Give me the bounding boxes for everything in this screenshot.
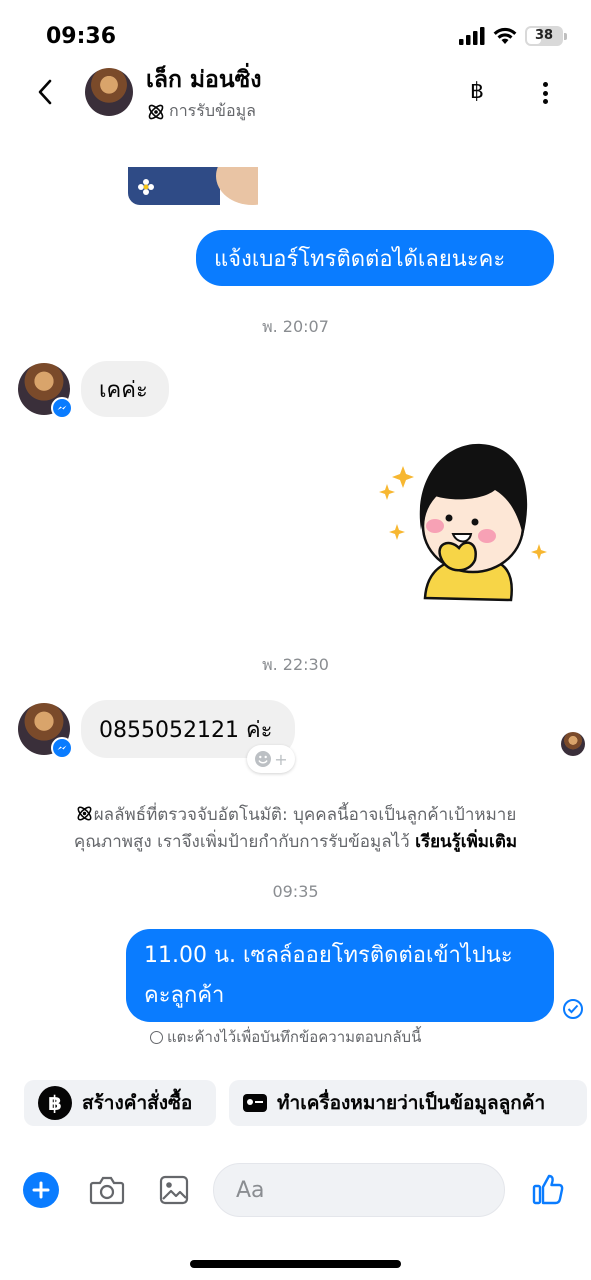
plus-icon	[32, 1181, 50, 1199]
reply-hint-icon	[150, 1030, 163, 1044]
message-bubble-received[interactable]: เคค่ะ	[81, 361, 169, 417]
home-indicator	[190, 1260, 401, 1268]
message-composer[interactable]	[213, 1163, 510, 1217]
notice-line1: ผลลัพธ์ที่ตรวจจับอัตโนมัติ: บุคคลนี้อาจเ…	[93, 805, 517, 825]
messenger-icon	[57, 745, 67, 750]
plus-glyph: +	[274, 749, 288, 769]
lead-icon	[148, 104, 164, 119]
hint-text: แตะค้างไว้เพื่อบันทึกข้อความตอบกลับนี้	[167, 1028, 422, 1046]
messenger-icon	[57, 405, 67, 410]
payment-button[interactable]: ฿	[470, 79, 484, 104]
messenger-badge	[51, 737, 73, 759]
message-bubble-sent[interactable]: แจ้งเบอร์โทรติดต่อได้เลยนะคะ	[196, 230, 554, 286]
timestamp: 09:35	[272, 882, 319, 901]
mark-as-lead-button[interactable]: ทำเครื่องหมายว่าเป็นข้อมูลลูกค้า	[229, 1080, 587, 1126]
message-input[interactable]	[236, 1177, 510, 1203]
learn-more-link[interactable]: เรียนรู้เพิ่มเติม	[415, 832, 517, 852]
contact-name[interactable]: เล็ก ม่อนซิ่ง	[146, 62, 261, 98]
message-text: แจ้งเบอร์โทรติดต่อได้เลยนะคะ	[214, 246, 506, 272]
message-text-line1: 11.00 น. เซลล์ออยโทรติดต่อเข้าไปนะ	[144, 943, 513, 968]
battery-indicator: 38	[525, 26, 567, 46]
battery-level: 38	[534, 28, 554, 43]
message-bubble-sent[interactable]: 11.00 น. เซลล์ออยโทรติดต่อเข้าไปนะ คะลูก…	[126, 929, 554, 1022]
status-time: 09:36	[46, 24, 117, 49]
lead-icon	[77, 806, 92, 821]
emoji-add-icon	[255, 751, 272, 767]
more-options-button[interactable]	[532, 80, 558, 106]
lead-label-text: การรับข้อมูล	[169, 101, 256, 120]
sent-check-icon	[563, 999, 583, 1019]
save-reply-hint: แตะค้างไว้เพื่อบันทึกข้อความตอบกลับนี้	[150, 1025, 421, 1049]
seen-avatar	[561, 732, 585, 756]
plus-button[interactable]	[23, 1172, 59, 1208]
shared-photo[interactable]	[128, 167, 258, 205]
baht-icon: ฿	[470, 79, 484, 104]
message-text-line2: คะลูกค้า	[144, 983, 225, 1008]
status-icons: 38	[459, 26, 567, 46]
thumbs-up-icon	[532, 1174, 564, 1205]
camera-icon	[89, 1176, 125, 1205]
flower-print	[138, 179, 154, 195]
create-order-button[interactable]: ฿ สร้างคำสั่งซื้อ	[24, 1080, 216, 1126]
like-button[interactable]	[528, 1169, 568, 1209]
notice-line2: คุณภาพสูง เราจึงเพิ่มป้ายกำกับการรับข้อม…	[73, 832, 416, 852]
mark-as-lead-label: ทำเครื่องหมายว่าเป็นข้อมูลลูกค้า	[277, 1092, 546, 1114]
lead-detection-notice: ผลลัพธ์ที่ตรวจจับอัตโนมัติ: บุคคลนี้อาจเ…	[40, 802, 551, 856]
message-text: เคค่ะ	[99, 377, 148, 403]
timestamp: พ. 22:30	[262, 655, 329, 674]
timestamp: พ. 20:07	[262, 317, 329, 336]
back-button[interactable]	[30, 76, 60, 108]
back-icon	[38, 79, 52, 105]
wifi-icon	[493, 27, 517, 44]
message-text: 0855052121 ค่ะ	[99, 717, 273, 743]
camera-button[interactable]	[87, 1170, 127, 1210]
gallery-button[interactable]	[154, 1170, 194, 1210]
create-order-label: สร้างคำสั่งซื้อ	[82, 1092, 193, 1114]
contact-avatar[interactable]	[85, 68, 133, 116]
baht-icon: ฿	[38, 1086, 72, 1120]
gallery-icon	[159, 1175, 189, 1205]
sticker[interactable]	[375, 438, 555, 608]
signal-icon	[459, 27, 485, 45]
messenger-badge	[51, 397, 73, 419]
contact-card-icon	[243, 1094, 267, 1112]
more-icon	[542, 82, 548, 87]
lead-label[interactable]: การรับข้อมูล	[146, 99, 256, 124]
add-reaction-button[interactable]: +	[247, 745, 295, 773]
